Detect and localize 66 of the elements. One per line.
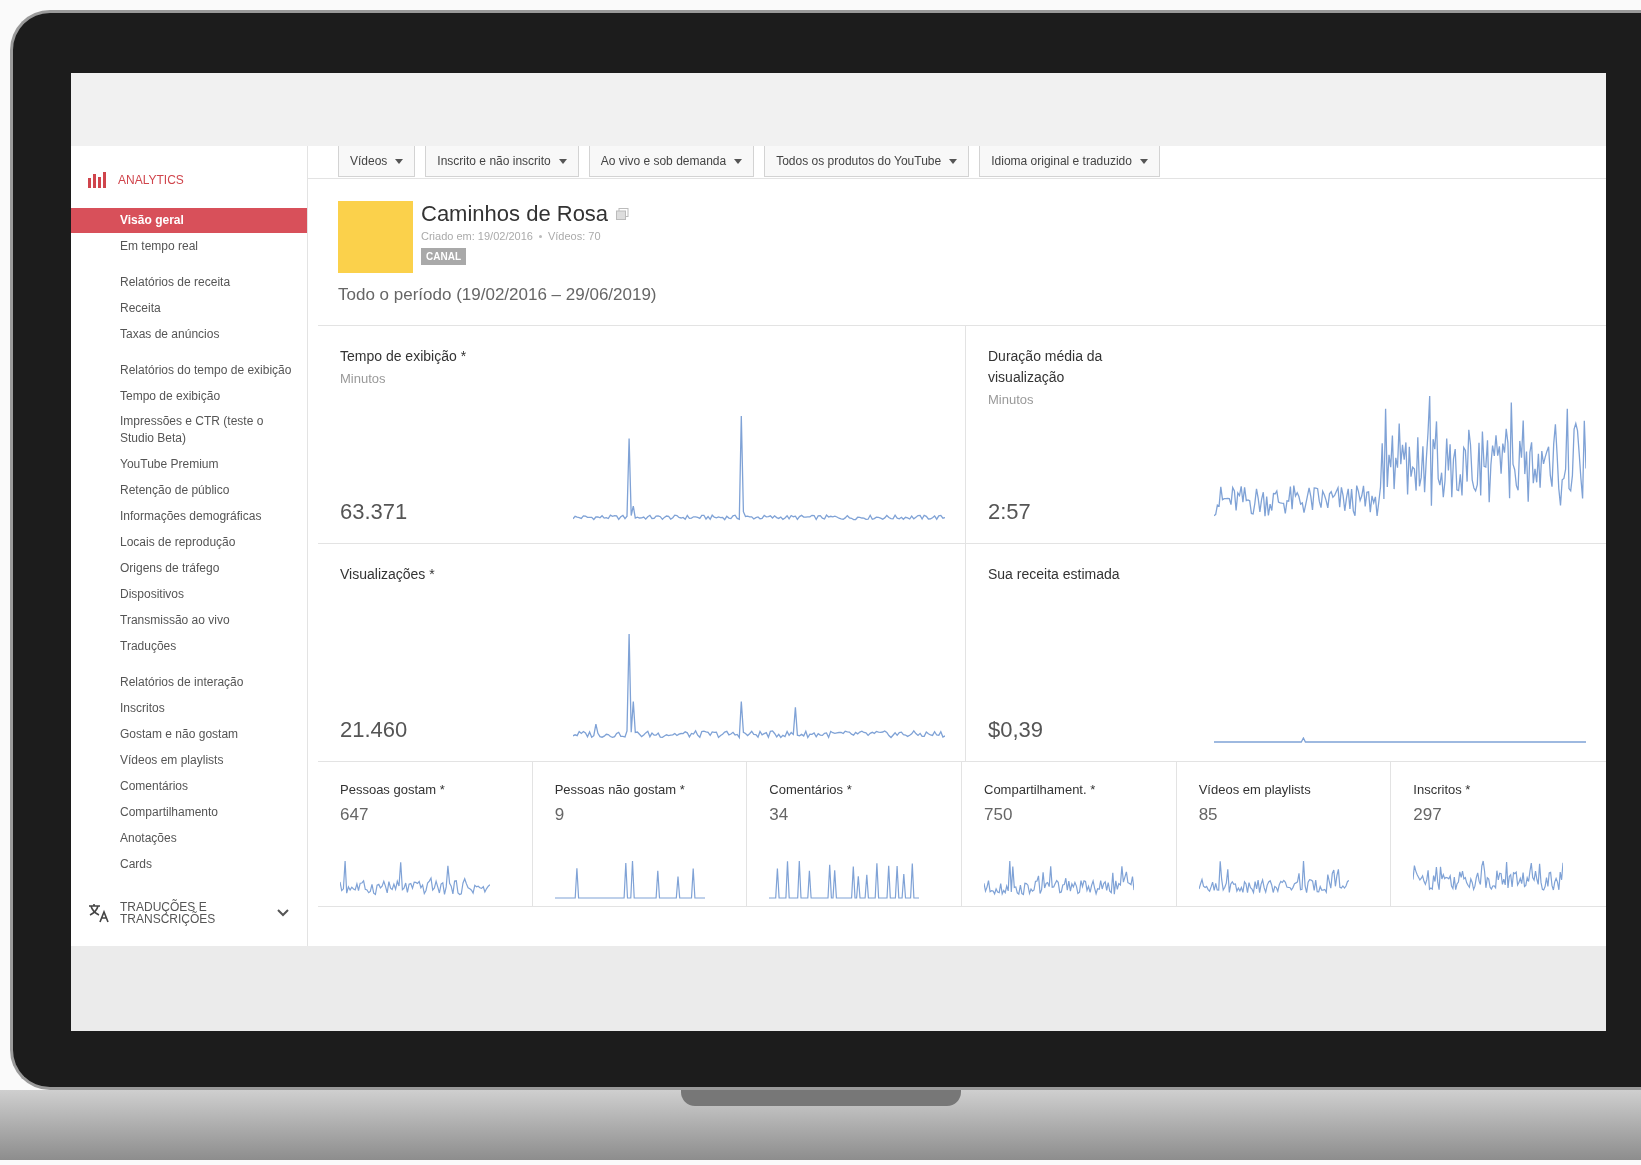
- metric-title: Inscritos *: [1413, 782, 1472, 797]
- chevron-icon[interactable]: [277, 909, 289, 917]
- sidebar-item[interactable]: Em tempo real: [71, 233, 307, 259]
- metric-title: Sua receita estimada: [988, 565, 1121, 584]
- sidebar-item[interactable]: Locais de reprodução: [71, 529, 307, 555]
- metric-value: 34: [769, 805, 790, 825]
- caret-icon: [949, 158, 958, 164]
- translate-icon: [88, 903, 110, 923]
- sidebar-item[interactable]: Vídeos em playlists: [71, 747, 307, 773]
- metric-title: Pessoas gostam *: [340, 782, 446, 797]
- sidebar-item[interactable]: Informações demográficas: [71, 503, 307, 529]
- metric-value: $0,39: [988, 717, 1045, 743]
- metric-value: 297: [1413, 805, 1443, 825]
- sidebar-item[interactable]: Relatórios de interação: [71, 669, 307, 695]
- sidebar-item[interactable]: Retenção de público: [71, 477, 307, 503]
- sidebar-item[interactable]: Receita: [71, 295, 307, 321]
- caret-icon: [734, 158, 743, 164]
- metric-value: 9: [554, 805, 566, 825]
- sidebar-item[interactable]: Relatórios do tempo de exibição: [71, 357, 307, 383]
- sidebar-item[interactable]: Cards: [71, 851, 307, 877]
- caret-icon: [558, 158, 567, 164]
- sidebar-item[interactable]: Taxas de anúncios: [71, 321, 307, 347]
- created-date: Criado em: 19/02/2016: [421, 230, 533, 242]
- sidebar-item[interactable]: Anotações: [71, 825, 307, 851]
- sidebar-item[interactable]: Traduções: [71, 633, 307, 659]
- caret-icon: [1139, 158, 1148, 164]
- metric-title: Comentários *: [769, 782, 853, 797]
- metric-value: 647: [340, 805, 370, 825]
- sidebar-item[interactable]: Compartilhamento: [71, 799, 307, 825]
- sidebar-item[interactable]: Impressões e CTR (teste o Studio Beta): [71, 409, 307, 451]
- sidebar-item[interactable]: Relatórios de receita: [71, 269, 307, 295]
- sidebar-item[interactable]: Visão geral: [71, 208, 307, 233]
- filter-dropdown[interactable]: Inscrito e não inscrito: [425, 146, 579, 177]
- metric-title: Vídeos em playlists: [1198, 782, 1312, 797]
- channel-badge: CANAL: [421, 248, 466, 265]
- metric-title: Duração média da visualização: [988, 347, 1104, 387]
- metric-value: 21.460: [340, 717, 409, 743]
- sidebar-item[interactable]: Transmissão ao vivo: [71, 607, 307, 633]
- filter-dropdown[interactable]: Ao vivo e sob demanda: [588, 146, 755, 177]
- video-count: Vídeos: 70: [547, 230, 601, 242]
- sidebar-item[interactable]: Origens de tráfego: [71, 555, 307, 581]
- filter-dropdown[interactable]: Vídeos: [338, 146, 416, 177]
- sidebar-item[interactable]: Dispositivos: [71, 581, 307, 607]
- sidebar-item[interactable]: Tempo de exibição: [71, 383, 307, 409]
- date-range: Todo o período (19/02/2016 – 29/06/2019): [337, 284, 658, 306]
- metric-value: 750: [984, 805, 1014, 825]
- filter-dropdown[interactable]: Todos os produtos do YouTube: [764, 146, 970, 177]
- metric-unit: Minutos: [988, 392, 1035, 407]
- channel-name[interactable]: Caminhos de Rosa: [421, 201, 609, 227]
- filter-dropdown[interactable]: Idioma original e traduzido: [979, 146, 1160, 177]
- sidebar-item[interactable]: Comentários: [71, 773, 307, 799]
- bar-chart-icon: [88, 172, 108, 188]
- metric-title: Visualizações *: [340, 565, 436, 584]
- sidebar-item[interactable]: Inscritos: [71, 695, 307, 721]
- caret-icon: [395, 158, 404, 164]
- sidebar-title: ANALYTICS: [118, 173, 184, 187]
- metric-value: 63.371: [340, 499, 409, 525]
- metric-unit: Minutos: [340, 371, 387, 386]
- sidebar-item[interactable]: YouTube Premium: [71, 451, 307, 477]
- sidebar-section-toggle[interactable]: TRADUÇÕES E TRANSCRIÇÕES: [120, 901, 230, 925]
- metric-title: Pessoas não gostam *: [554, 782, 686, 797]
- metric-value: 85: [1198, 805, 1219, 825]
- metric-title: Compartilhament. *: [984, 782, 1097, 797]
- metric-title: Tempo de exibição *: [340, 347, 468, 366]
- sidebar-item[interactable]: Gostam e não gostam: [71, 721, 307, 747]
- metric-value: 2:57: [988, 499, 1032, 525]
